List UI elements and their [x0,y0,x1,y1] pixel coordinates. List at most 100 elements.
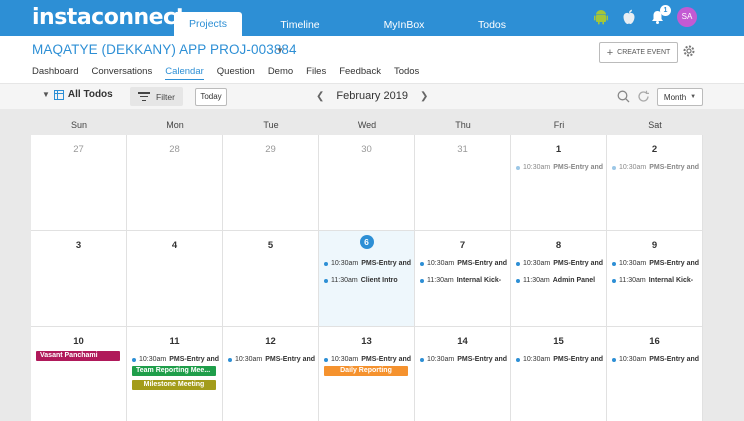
day-cell[interactable]: 11 10:30am PMS-Entry and Team Reporting Mee… [127,327,223,421]
calendar-event[interactable]: 10:30am PMS-Entry and [228,351,316,368]
gear-icon[interactable] [682,44,696,58]
calendar-event[interactable]: 10:30am PMS-Entry and [420,255,508,272]
calendar-event[interactable]: 11:30am Internal Kick- [420,272,508,289]
event-list: 10:30am PMS-Entry and Team Reporting Mee..… [132,351,220,394]
day-cell[interactable]: 13 10:30am PMS-Entry and Daily Reporting [319,327,415,421]
project-title[interactable]: MAQATYE (DEKKANY) APP PROJ-003884 [32,42,297,57]
event-time: 10:30am [523,356,551,363]
event-list: 10:30am PMS-Entry and Daily Reporting [324,351,412,380]
subnav-conversations[interactable]: Conversations [91,66,152,80]
filter-button[interactable]: Filter [130,87,183,106]
day-cell[interactable]: 28 [127,135,223,231]
avatar[interactable]: SA [677,7,697,27]
event-list: 10:30am PMS-Entry and 11:30am Internal Kick… [612,255,700,289]
calendar-event[interactable]: 10:30am PMS-Entry and [612,255,700,272]
event-dot-icon [324,278,328,283]
create-event-button[interactable]: + CREATE EVENT [599,42,678,63]
event-dot-icon [612,357,616,362]
day-cell[interactable]: 16 10:30am PMS-Entry and [607,327,703,421]
day-cell[interactable]: 5 [223,231,319,327]
tab-todos[interactable]: Todos [472,14,512,36]
day-cell[interactable]: 30 [319,135,415,231]
day-cell[interactable]: 9 10:30am PMS-Entry and 11:30am Internal Kic… [607,231,703,327]
event-bars: Team Reporting Mee... Milestone Meeting [132,366,220,390]
day-cell[interactable]: 4 [127,231,223,327]
tab-myinbox[interactable]: MyInBox [370,14,438,36]
subnav-dashboard[interactable]: Dashboard [32,66,78,80]
calendar-event[interactable]: 11:30am Internal Kick- [612,272,700,289]
subnav-calendar[interactable]: Calendar [165,66,204,80]
tab-projects[interactable]: Projects [174,12,242,36]
event-time: 10:30am [523,164,551,171]
event-time: 10:30am [619,260,647,267]
day-cell[interactable]: 8 10:30am PMS-Entry and 11:30am Admin Panel [511,231,607,327]
subnav-feedback[interactable]: Feedback [339,66,381,80]
calendar-event[interactable]: 10:30am PMS-Entry and [516,159,604,176]
date-number: 9 [651,240,658,251]
view-select[interactable]: Month ▼ [657,88,703,106]
event-dot-icon [420,261,424,266]
day-cell[interactable]: 1 10:30am PMS-Entry and [511,135,607,231]
day-cell[interactable]: 12 10:30am PMS-Entry and [223,327,319,421]
calendar-event[interactable]: 10:30am PMS-Entry and [420,351,508,368]
day-cell[interactable]: 10 Vasant Panchami [31,327,127,421]
refresh-icon[interactable] [637,90,650,103]
subnav-files[interactable]: Files [306,66,326,80]
weekday-label: Thu [455,120,471,130]
day-cell[interactable]: 31 [415,135,511,231]
event-title: PMS-Entry and [553,356,604,363]
week-row: 10 Vasant Panchami 11 10:30am PMS-Entry and T… [31,327,703,421]
weekday-label: Mon [166,120,184,130]
bell-icon[interactable]: 1 [648,5,671,26]
apple-icon[interactable] [620,8,638,26]
calendar-event[interactable]: 11:30am Client Intro [324,272,412,289]
event-time: 10:30am [331,260,359,267]
top-nav: Projects Timeline MyInBox Todos [174,12,532,36]
tab-timeline[interactable]: Timeline [262,14,338,36]
today-button[interactable]: Today [195,88,227,106]
calendar-event[interactable]: 10:30am PMS-Entry and [516,351,604,368]
event-title: PMS-Entry and [553,164,604,171]
calendar-event[interactable]: 10:30am PMS-Entry and [612,159,700,176]
event-time: 10:30am [235,356,263,363]
month-navigator: ❮ February 2019 ❯ [316,90,428,102]
event-bar[interactable]: Team Reporting Mee... [132,366,216,376]
day-cell[interactable]: 29 [223,135,319,231]
event-time: 10:30am [427,356,455,363]
calendar-event[interactable]: 10:30am PMS-Entry and [324,255,412,272]
next-month-icon[interactable]: ❯ [420,91,428,102]
create-event-label: CREATE EVENT [617,49,671,56]
day-cell[interactable]: 15 10:30am PMS-Entry and [511,327,607,421]
caret-down-icon: ▼ [42,90,50,99]
chevron-down-icon[interactable]: ▼ [276,46,284,55]
day-cell[interactable]: 2 10:30am PMS-Entry and [607,135,703,231]
event-bar[interactable]: Milestone Meeting [132,380,216,390]
date-number: 14 [457,336,468,347]
event-title: Client Intro [360,277,398,284]
event-list: 10:30am PMS-Entry and [420,351,508,368]
event-dot-icon [132,357,136,362]
search-icon[interactable] [617,90,630,103]
calendar-event[interactable]: 11:30am Admin Panel [516,272,604,289]
event-bar[interactable]: Vasant Panchami [36,351,120,361]
day-cell[interactable]: 14 10:30am PMS-Entry and [415,327,511,421]
calendar-event[interactable]: 10:30am PMS-Entry and [612,351,700,368]
subnav-demo[interactable]: Demo [268,66,293,80]
event-time: 11:30am [427,277,454,284]
todos-dropdown[interactable]: ▼ All Todos [42,89,113,100]
event-time: 10:30am [619,356,647,363]
day-cell[interactable]: 6 10:30am PMS-Entry and 11:30am Client Intro [319,231,415,327]
app-logo[interactable]: instaconnect [32,5,186,30]
date-number: 29 [265,144,276,155]
event-dot-icon [516,278,520,283]
day-cell[interactable]: 7 10:30am PMS-Entry and 11:30am Internal Kic… [415,231,511,327]
event-title: Admin Panel [552,277,596,284]
calendar-event[interactable]: 10:30am PMS-Entry and [516,255,604,272]
subnav-question[interactable]: Question [217,66,255,80]
android-icon[interactable] [592,8,610,26]
day-cell[interactable]: 3 [31,231,127,327]
event-title: Internal Kick- [648,277,694,284]
subnav-todos[interactable]: Todos [394,66,419,80]
prev-month-icon[interactable]: ❮ [316,91,324,102]
day-cell[interactable]: 27 [31,135,127,231]
